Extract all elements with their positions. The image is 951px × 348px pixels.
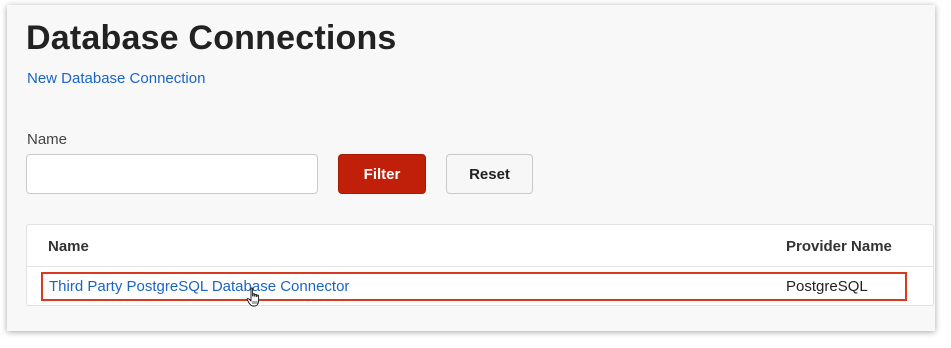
- main-panel: Database Connections New Database Connec…: [7, 5, 935, 331]
- new-database-connection-link[interactable]: New Database Connection: [27, 70, 205, 87]
- name-filter-input[interactable]: [26, 154, 318, 194]
- table-header-divider: [27, 266, 933, 267]
- connection-name-link[interactable]: Third Party PostgreSQL Database Connecto…: [49, 278, 349, 295]
- filter-button[interactable]: Filter: [338, 154, 426, 194]
- table-row: Third Party PostgreSQL Database Connecto…: [41, 272, 907, 301]
- hand-pointer-icon: [246, 287, 260, 307]
- reset-button[interactable]: Reset: [446, 154, 533, 194]
- page-title: Database Connections: [26, 19, 397, 57]
- provider-name-cell: PostgreSQL: [786, 278, 868, 295]
- column-header-provider-name[interactable]: Provider Name: [786, 238, 892, 255]
- name-filter-label: Name: [27, 131, 68, 148]
- connections-table: Name Provider Name Third Party PostgreSQ…: [26, 224, 934, 306]
- column-header-name[interactable]: Name: [48, 238, 89, 255]
